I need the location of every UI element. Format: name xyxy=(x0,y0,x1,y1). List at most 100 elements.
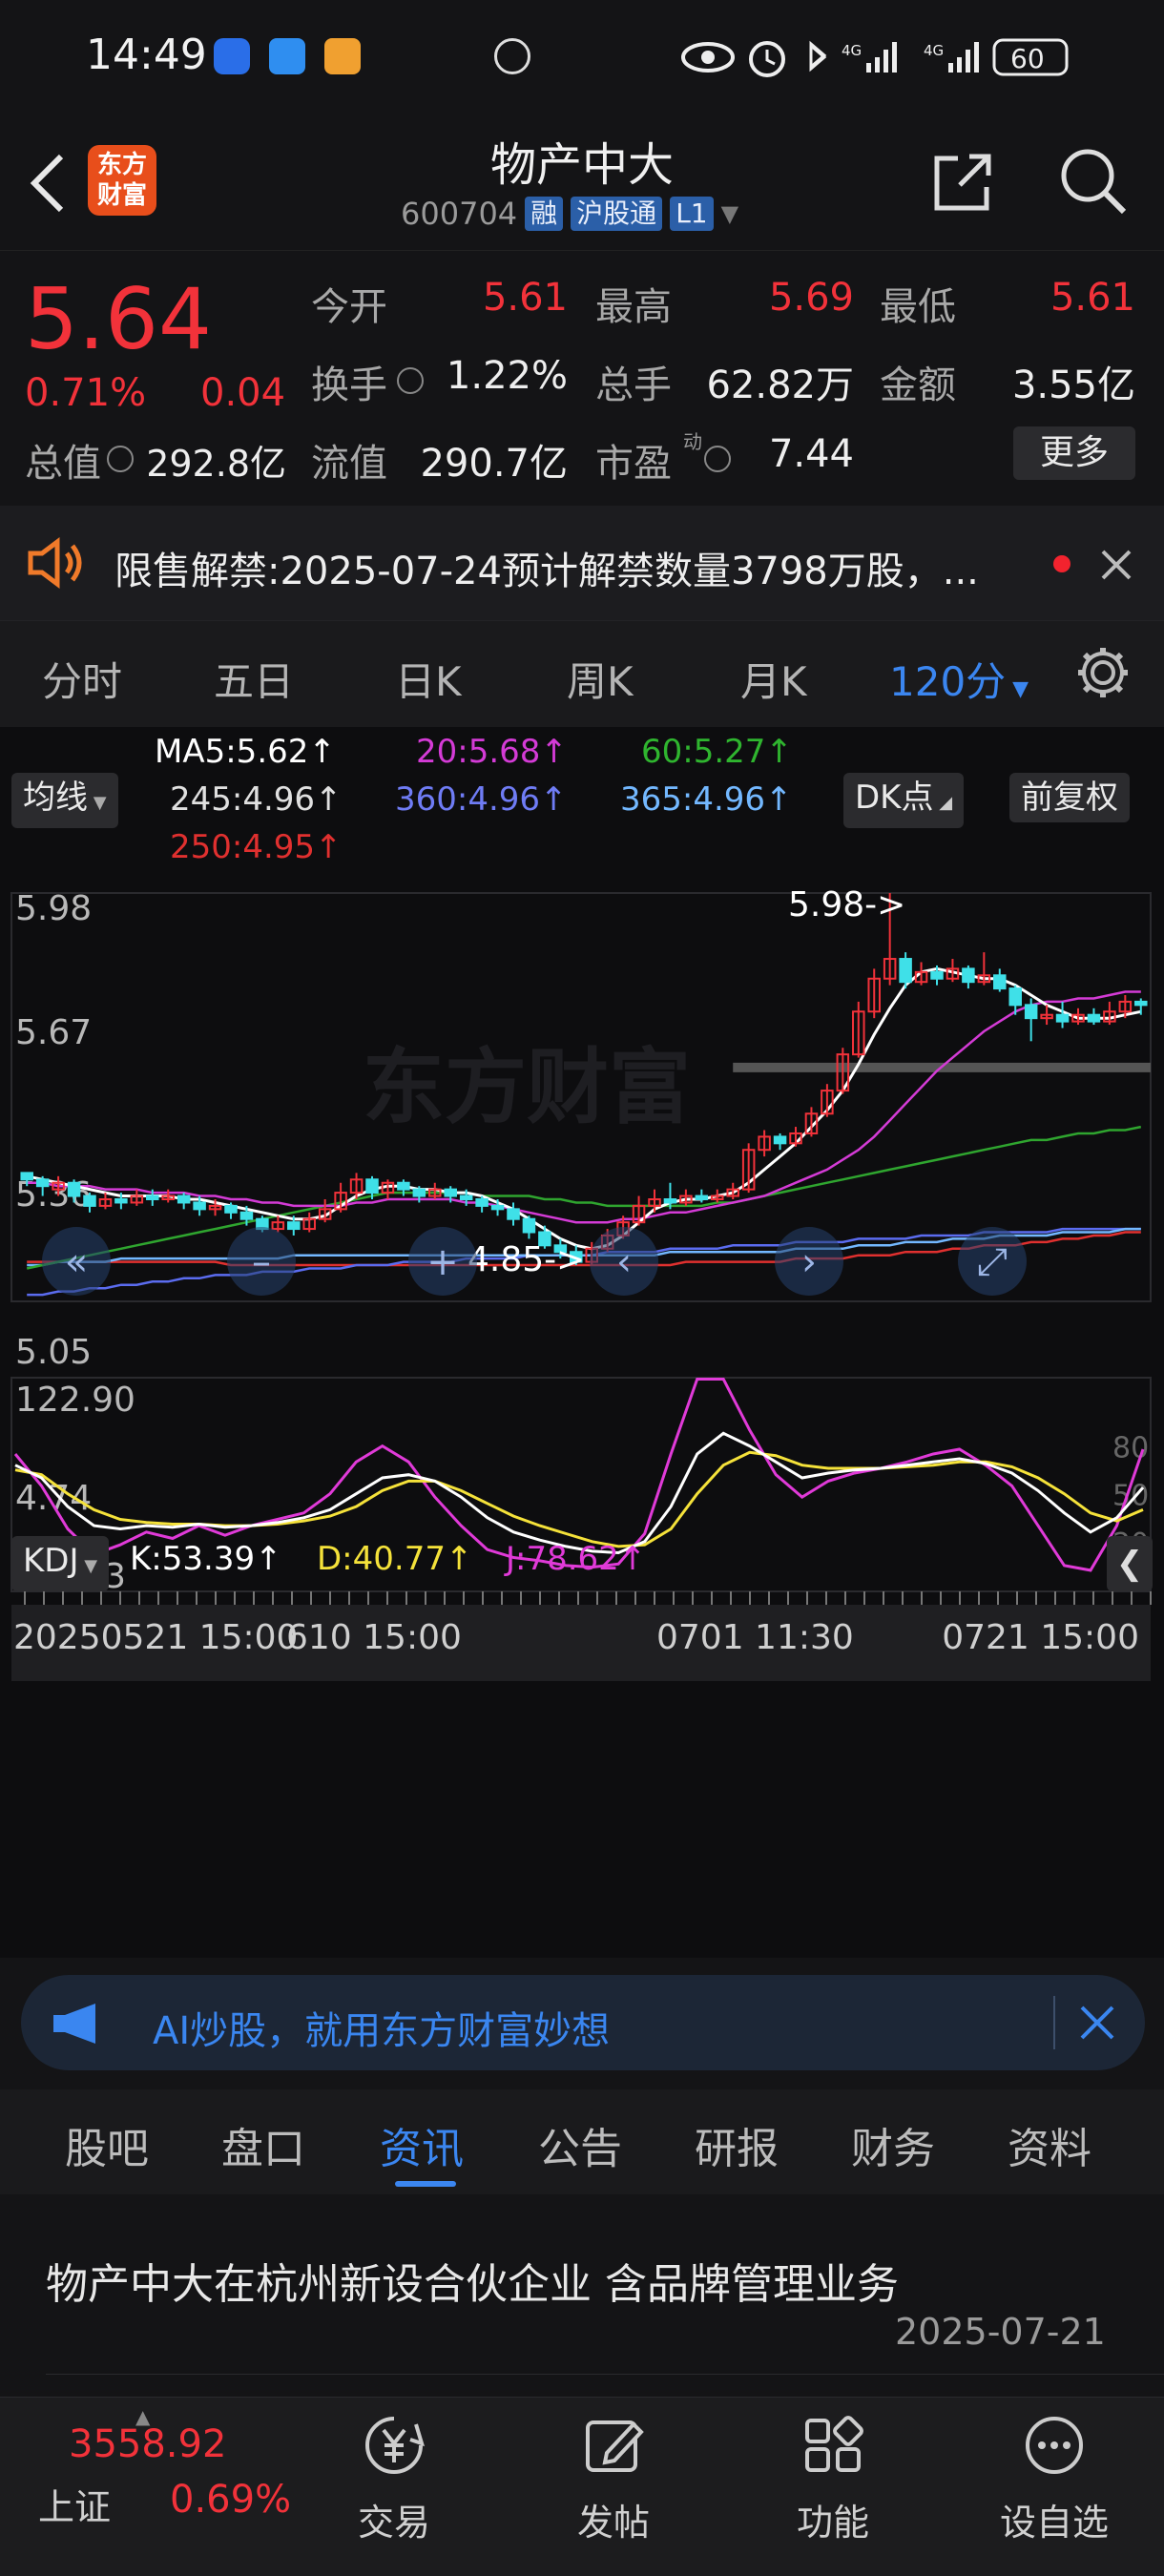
tab-research[interactable]: 研报 xyxy=(695,2114,779,2175)
active-tab-indicator xyxy=(395,2181,456,2187)
divider xyxy=(1053,1996,1055,2049)
candle-body xyxy=(146,1195,159,1201)
candle-body xyxy=(962,967,975,984)
dk-button[interactable]: DK点 ◢ xyxy=(843,773,965,828)
megaphone-icon xyxy=(53,2004,95,2044)
settings-icon[interactable] xyxy=(1074,644,1132,701)
chart-area: 均线 ▼ MA5:5.62↑ 20:5.68↑ 60:5.27↑ 245:4.9… xyxy=(0,727,1164,1958)
notice-text: 限售解禁:2025-07-24预计解禁数量3798万股，... xyxy=(114,550,979,593)
app-notification-icon xyxy=(214,38,250,74)
kline-chart[interactable]: 东方财富5.985.675.365.054.745.98->4.85->« – + ‹… xyxy=(0,882,1164,1960)
index-change[interactable]: 0.69% xyxy=(170,2478,291,2522)
chart-control-icon: « xyxy=(65,1240,88,1284)
tab-five-day[interactable]: 五日 xyxy=(214,650,294,708)
chart-control-icon: ‹ xyxy=(616,1240,632,1284)
legend-ma245: 245:4.96↑ xyxy=(170,780,343,819)
candle-body xyxy=(1008,987,1022,1007)
price-axis-label: 5.98 xyxy=(15,889,92,928)
tab-intraday[interactable]: 分时 xyxy=(42,650,122,708)
more-button[interactable]: 更多 xyxy=(1013,426,1135,480)
min-price-marker: 4.85-> xyxy=(468,1240,585,1279)
close-icon[interactable] xyxy=(1078,2004,1116,2042)
close-icon[interactable] xyxy=(1097,546,1135,584)
trade-label: 交易 xyxy=(357,2502,430,2544)
candle-body xyxy=(695,1195,709,1201)
candle-body xyxy=(444,1188,457,1197)
ai-banner[interactable]: AI炒股，就用东方财富妙想 xyxy=(21,1975,1145,2070)
low-value: 5.61 xyxy=(1050,276,1135,320)
info-icon xyxy=(397,367,424,394)
chart-control-icon: ⤢ xyxy=(977,1240,1008,1284)
network-label: 4G xyxy=(924,42,944,59)
tab-daily[interactable]: 日K xyxy=(395,650,462,708)
tab-monthly[interactable]: 月K xyxy=(740,650,807,708)
candle-body xyxy=(459,1195,473,1201)
tab-forum[interactable]: 股吧 xyxy=(65,2114,149,2175)
grid-icon xyxy=(805,2416,863,2472)
index-value[interactable]: 3558.92 xyxy=(69,2422,226,2466)
chart-control-icon: – xyxy=(252,1240,271,1284)
label-open: 今开 xyxy=(311,285,387,329)
tab-announcements[interactable]: 公告 xyxy=(538,2114,622,2175)
functions-button[interactable]: 功能 xyxy=(771,2415,895,2545)
news-date: 2025-07-21 xyxy=(895,2311,1106,2353)
candle-body xyxy=(365,1178,379,1195)
trade-button[interactable]: 交易 xyxy=(332,2415,456,2545)
candle-body xyxy=(412,1188,426,1197)
status-bar: 14:49 4G 4G 60 xyxy=(0,0,1164,114)
tab-orderbook[interactable]: 盘口 xyxy=(221,2114,305,2175)
news-title[interactable]: 物产中大在杭州新设合伙企业 含品牌管理业务 xyxy=(46,2250,899,2311)
candle-body xyxy=(773,1135,787,1145)
yen-icon xyxy=(365,2417,426,2474)
app-notification-icon xyxy=(324,38,361,74)
stock-code: 600704 xyxy=(401,196,518,232)
tab-financials[interactable]: 财务 xyxy=(851,2114,935,2175)
candle-body xyxy=(1134,1000,1148,1007)
candle-body xyxy=(475,1198,488,1207)
post-button[interactable]: 发帖 xyxy=(551,2415,676,2545)
price-axis-label: 5.05 xyxy=(15,1333,92,1372)
label-pe: 市盈 xyxy=(595,442,672,486)
label-float: 流值 xyxy=(311,442,387,486)
kdj-selector[interactable]: KDJ ▼ xyxy=(11,1536,110,1591)
x-axis-label: 0721 15:00 xyxy=(942,1618,1139,1657)
candle-body xyxy=(522,1217,536,1234)
candle-body xyxy=(1087,1013,1101,1023)
candle-body xyxy=(35,1178,50,1188)
app-notification-icon xyxy=(269,38,305,74)
ma-selector[interactable]: 均线 ▼ xyxy=(11,773,118,828)
tab-weekly[interactable]: 周K xyxy=(567,650,634,708)
price-axis-label: 5.67 xyxy=(15,1013,92,1052)
tab-profile[interactable]: 资料 xyxy=(1008,2114,1091,2175)
collapse-panel-button[interactable]: ❮ xyxy=(1107,1536,1153,1591)
bluetooth-icon xyxy=(809,40,827,73)
period-tabs: 分时 五日 日K 周K 月K 120分 ▼ xyxy=(0,620,1164,727)
adjust-button[interactable]: 前复权 xyxy=(1009,773,1130,822)
search-icon[interactable] xyxy=(1057,145,1130,218)
unread-dot xyxy=(1053,555,1070,572)
open-value: 5.61 xyxy=(482,276,568,320)
tab-news[interactable]: 资讯 xyxy=(380,2114,464,2175)
chart-control-icon: + xyxy=(426,1240,459,1284)
content-tabs: 股吧 盘口 资讯 公告 研报 财务 资料 xyxy=(0,2089,1164,2194)
candle-body xyxy=(490,1204,505,1211)
candle-body xyxy=(899,958,912,984)
tab-120min[interactable]: 120分 ▼ xyxy=(889,650,1029,708)
status-icons: 4G 4G 60 xyxy=(681,38,1069,77)
index-name[interactable]: 上证 xyxy=(38,2478,111,2530)
candle-body xyxy=(993,974,1007,990)
add-watchlist-label: 设自选 xyxy=(999,2502,1109,2544)
label-amount: 金额 xyxy=(880,364,956,407)
change-value: 0.04 xyxy=(200,371,286,415)
legend-k: K:53.39↑ xyxy=(130,1540,282,1578)
candle-body xyxy=(193,1201,206,1211)
candle-body xyxy=(930,970,944,980)
divider xyxy=(46,2374,1164,2375)
share-icon[interactable] xyxy=(931,151,994,214)
candle-body xyxy=(20,1172,33,1181)
candle-body xyxy=(224,1204,238,1214)
notice-bar[interactable]: 限售解禁:2025-07-24预计解禁数量3798万股，... xyxy=(0,506,1164,620)
speaker-icon xyxy=(28,537,82,589)
network-label: 4G xyxy=(842,42,862,59)
add-watchlist-button[interactable]: 设自选 xyxy=(992,2415,1116,2545)
